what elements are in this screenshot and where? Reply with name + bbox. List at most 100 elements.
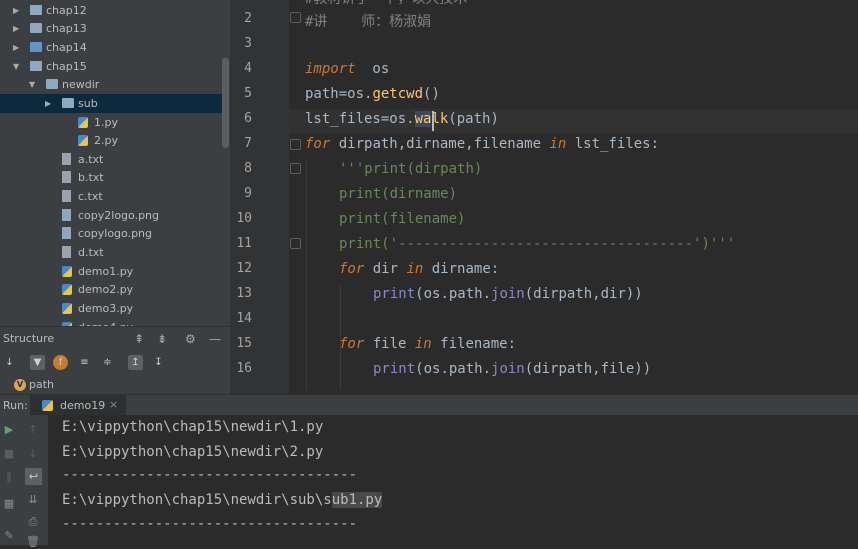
tree-item-label: a.txt xyxy=(78,153,104,166)
run-icon[interactable]: ▶ xyxy=(2,423,16,437)
tree-scrollbar[interactable] xyxy=(222,58,229,148)
image-file-icon xyxy=(62,209,71,221)
layout-icon[interactable]: ▦ xyxy=(2,497,16,511)
chevron-down-icon[interactable]: ▼ xyxy=(29,75,39,94)
chevron-down-icon[interactable]: ▼ xyxy=(13,57,23,76)
code-text: (path) xyxy=(448,111,499,127)
structure-panel: Structure ⇞ ⇟ ⚙ — ↓ ▼ f ≡ ≑ ↥ ↧ V path xyxy=(0,326,230,395)
string-text: (dirpath) xyxy=(406,161,483,177)
string-text: (filename) xyxy=(381,211,466,227)
line-number: 5 xyxy=(244,86,252,101)
tree-item[interactable]: copy2logo.png xyxy=(0,206,222,225)
run-toolbar: Run: demo19 × xyxy=(0,394,858,416)
line-number: 2 xyxy=(244,11,252,26)
tree-item[interactable]: ▶ sub xyxy=(0,94,222,113)
show-methods-icon[interactable]: f xyxy=(53,355,68,370)
tree-item[interactable]: demo4.py xyxy=(0,318,222,326)
function-name: getcwd xyxy=(372,86,424,102)
tree-item[interactable]: demo2.py xyxy=(0,280,222,299)
tree-item[interactable]: a.txt xyxy=(0,150,222,169)
text-file-icon xyxy=(62,153,71,165)
code-line-5: path=os.getcwd() xyxy=(305,86,440,102)
soft-wrap-icon[interactable]: ↩ xyxy=(25,468,42,485)
python-icon xyxy=(42,400,53,411)
function-name: join xyxy=(491,361,525,377)
line-number: 12 xyxy=(236,261,252,276)
line-number: 7 xyxy=(244,136,252,151)
trash-icon[interactable]: 🗑 xyxy=(26,535,40,549)
print-icon[interactable]: ⎙ xyxy=(26,515,40,529)
tree-item[interactable]: 2.py xyxy=(0,131,222,150)
text-file-icon xyxy=(62,171,71,183)
tree-item[interactable]: d.txt xyxy=(0,243,222,262)
chevron-right-icon[interactable]: ▶ xyxy=(13,1,23,20)
tree-item[interactable]: c.txt xyxy=(0,187,222,206)
pin-icon[interactable]: ✎ xyxy=(2,529,16,543)
import-module: os xyxy=(355,61,390,77)
text-file-icon xyxy=(62,246,71,258)
tree-item[interactable]: ▶ chap13 xyxy=(0,19,222,38)
close-icon[interactable]: × xyxy=(109,398,118,411)
tree-item[interactable]: demo3.py xyxy=(0,299,222,318)
up-arrow-icon[interactable]: ↑ xyxy=(26,423,40,437)
fold-marker[interactable] xyxy=(290,163,301,174)
fold-marker[interactable] xyxy=(290,139,301,150)
show-fields-icon[interactable]: ▼ xyxy=(30,355,45,370)
python-file-icon xyxy=(62,284,72,295)
minimize-icon[interactable]: — xyxy=(209,332,221,346)
tree-item[interactable]: 1.py xyxy=(0,113,222,132)
fold-marker[interactable] xyxy=(290,238,301,249)
chevron-right-icon[interactable]: ▶ xyxy=(13,19,23,38)
string-text: (dirname) xyxy=(381,186,458,202)
tree-item[interactable]: copylogo.png xyxy=(0,224,222,243)
line-number: 13 xyxy=(236,286,252,301)
sort-alpha-icon[interactable]: ↓ xyxy=(2,355,17,370)
expand-all-icon[interactable]: ⇞ xyxy=(134,332,144,346)
import-keyword: import xyxy=(305,61,356,77)
stop-icon[interactable]: ■ xyxy=(2,447,16,461)
autoscroll-to-source-icon[interactable]: ↥ xyxy=(128,355,143,370)
tree-item[interactable]: ▼ chap15 xyxy=(0,57,222,76)
folder-icon xyxy=(62,98,74,108)
down-arrow-icon[interactable]: ↓ xyxy=(26,447,40,461)
python-file-icon xyxy=(62,266,72,277)
expand-icon[interactable]: ≡ xyxy=(77,355,92,370)
autoscroll-from-source-icon[interactable]: ↧ xyxy=(151,355,166,370)
tree-item-label: 1.py xyxy=(94,116,118,129)
line-number: 11 xyxy=(236,236,252,251)
tree-item-label: b.txt xyxy=(78,171,104,184)
tree-item[interactable]: demo1.py xyxy=(0,262,222,281)
line-number: 9 xyxy=(244,186,252,201)
builtin-name: print xyxy=(373,286,416,302)
scroll-to-end-icon[interactable]: ⇊ xyxy=(26,493,40,507)
collapse-icon[interactable]: ≑ xyxy=(100,355,115,370)
pause-icon[interactable]: ‖ xyxy=(2,470,16,484)
tree-item[interactable]: ▶ chap12 xyxy=(0,1,222,20)
line-number: 3 xyxy=(244,36,252,51)
indent-guide xyxy=(306,160,307,390)
string-text: print xyxy=(339,186,382,202)
fold-marker[interactable] xyxy=(290,12,301,23)
code-line-10: print(filename) xyxy=(339,211,465,227)
chevron-right-icon[interactable]: ▶ xyxy=(45,94,55,113)
folder-icon xyxy=(46,79,58,89)
console-line: E:\vippython\chap15\newdir\1.py xyxy=(62,419,324,435)
gear-icon[interactable]: ⚙ xyxy=(185,332,196,346)
image-file-icon xyxy=(62,227,71,239)
code-text: (dirpath,dir)) xyxy=(524,286,643,302)
line-number: 6 xyxy=(244,111,252,126)
in-keyword: in xyxy=(549,136,567,152)
collapse-all-icon[interactable]: ⇟ xyxy=(157,332,167,346)
tree-item-label: demo3.py xyxy=(78,302,134,315)
python-file-icon xyxy=(78,135,88,146)
string-text: (' xyxy=(381,236,399,252)
tree-item-label: demo2.py xyxy=(78,283,134,296)
run-tab-label[interactable]: demo19 xyxy=(60,399,105,412)
code-text: (dirpath,file)) xyxy=(524,361,652,377)
string-text: print xyxy=(339,211,382,227)
tree-item[interactable]: ▶ chap14 xyxy=(0,38,222,57)
tree-item[interactable]: ▼ newdir xyxy=(0,75,222,94)
line-number: 4 xyxy=(244,61,252,76)
chevron-right-icon[interactable]: ▶ xyxy=(13,38,23,57)
tree-item[interactable]: b.txt xyxy=(0,168,222,187)
